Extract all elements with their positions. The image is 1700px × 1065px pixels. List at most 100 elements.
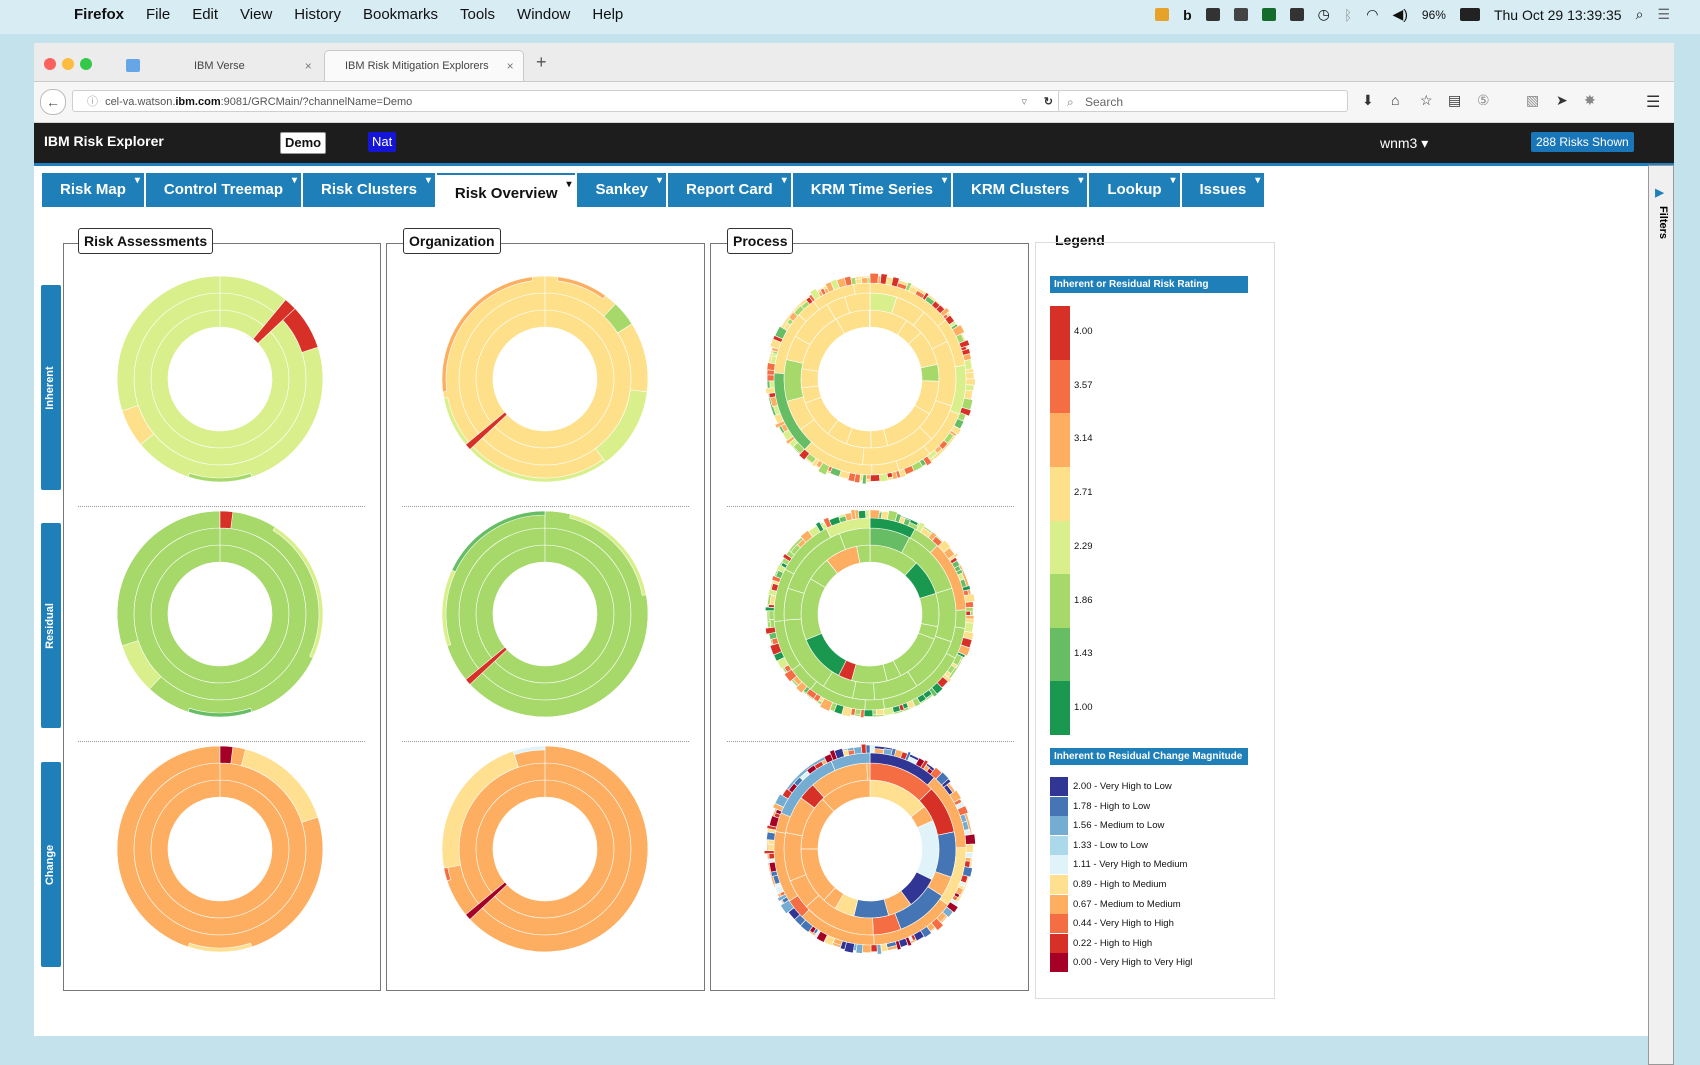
battery-icon[interactable] [1459, 8, 1480, 21]
row-tab-inherent[interactable]: Inherent [41, 285, 61, 490]
url-bar[interactable]: ⓘ cel-va.watson.ibm.com:9081/GRCMain/?ch… [72, 90, 1062, 112]
volume-icon[interactable]: ◀︎) [1392, 6, 1407, 23]
risks-shown-button[interactable]: 288 Risks Shown [1531, 132, 1634, 152]
new-tab-button[interactable]: + [536, 52, 547, 73]
browser-tab-ibm-verse[interactable]: IBM Verse × [194, 50, 344, 81]
legend-change-swatch [1050, 835, 1068, 855]
extension-icon[interactable]: ✸ [1584, 92, 1596, 109]
menu-edit[interactable]: Edit [192, 6, 218, 23]
tab-risk-map[interactable]: Risk Map [42, 164, 144, 207]
panel-process [710, 243, 1029, 991]
row-separator [78, 506, 365, 507]
tray-app-icon[interactable] [1205, 8, 1220, 21]
row-label: Residual [44, 602, 56, 649]
legend-rating-tick: 2.29 [1074, 540, 1093, 552]
legend-change-item: 0.22 - High to High [1050, 933, 1152, 953]
tab-verse-favicon [126, 59, 140, 72]
filters-panel-toggle[interactable]: ▶ Filters [1648, 165, 1674, 1065]
tab-risk-clusters[interactable]: Risk Clusters [303, 164, 435, 207]
tab-krm-clusters[interactable]: KRM Clusters [953, 164, 1088, 207]
legend-change-label: 0.44 - Very High to High [1073, 918, 1174, 930]
back-button[interactable]: ← [40, 89, 66, 115]
tray-keyboard-icon[interactable] [1289, 8, 1304, 21]
menu-help[interactable]: Help [592, 6, 623, 23]
legend-change-item: 1.56 - Medium to Low [1050, 816, 1165, 836]
battery-percent[interactable]: 96% [1422, 8, 1446, 22]
row-tab-residual[interactable]: Residual [41, 523, 61, 728]
menu-tools[interactable]: Tools [460, 6, 495, 23]
browser-tab-risk-mitigation[interactable]: IBM Risk Mitigation Explorers × [324, 50, 524, 81]
time-machine-icon[interactable]: ◷ [1318, 6, 1330, 23]
close-tab-icon[interactable]: × [305, 59, 312, 73]
user-name: wnm3 [1380, 135, 1418, 151]
bookmark-star-icon[interactable]: ☆ [1420, 92, 1433, 109]
search-icon: ⌕ [1067, 95, 1074, 109]
user-menu[interactable]: wnm3 ▾ [1380, 135, 1428, 152]
row-separator [727, 506, 1014, 507]
clock[interactable]: Thu Oct 29 13:39:35 [1494, 7, 1622, 23]
menu-window[interactable]: Window [517, 6, 570, 23]
zoom-window-icon[interactable] [80, 58, 92, 70]
tab-krm-time-series[interactable]: KRM Time Series [792, 164, 951, 207]
menu-history[interactable]: History [294, 6, 341, 23]
tray-shield-icon[interactable] [1155, 8, 1170, 21]
bluetooth-icon[interactable]: ᛒ [1344, 7, 1352, 23]
home-icon[interactable]: ⌂ [1391, 92, 1399, 108]
browser-tab-label: IBM Risk Mitigation Explorers [345, 60, 489, 72]
tab-control-treemap[interactable]: Control Treemap [145, 164, 302, 207]
search-box[interactable]: ⌕ Search [1058, 90, 1348, 112]
macos-menu-bar: Firefox File Edit View History Bookmarks… [0, 0, 1700, 34]
legend-change-swatch [1050, 796, 1068, 816]
legend-change-item: 0.44 - Very High to High [1050, 914, 1174, 934]
tab-risk-overview[interactable]: Risk Overview [436, 166, 576, 209]
url-suffix: :9081/GRCMain/?channelName=Demo [220, 96, 413, 108]
row-tab-change[interactable]: Change [41, 762, 61, 967]
menu-view[interactable]: View [240, 6, 272, 23]
send-icon[interactable]: ➤ [1556, 92, 1568, 109]
column-title-risk-assessments: Risk Assessments [78, 228, 214, 254]
menu-hamburger-icon[interactable]: ☰ [1646, 92, 1660, 112]
tray-b-icon[interactable]: b [1183, 7, 1192, 23]
reader-list-icon[interactable]: ▤ [1448, 92, 1461, 109]
legend-rating-swatch [1050, 627, 1070, 682]
dropdown-arrow-icon[interactable]: ▿ [1021, 91, 1027, 113]
addon-counter-icon[interactable]: ⑤ [1477, 92, 1490, 109]
menu-file[interactable]: File [146, 6, 170, 23]
tab-report-card[interactable]: Report Card [668, 164, 791, 207]
download-icon[interactable]: ⬇ [1362, 92, 1374, 109]
nat-badge[interactable]: Nat [368, 132, 397, 152]
screenshot-icon[interactable]: ▧ [1526, 92, 1539, 109]
panel-risk-assessments [63, 243, 381, 991]
navigation-toolbar: ← ⓘ cel-va.watson.ibm.com:9081/GRCMain/?… [34, 82, 1674, 123]
notification-center-icon[interactable]: ☰ [1657, 6, 1670, 23]
legend-rating-tick: 3.14 [1074, 433, 1093, 445]
close-tab-icon[interactable]: × [507, 59, 514, 73]
tray-home-icon[interactable] [1261, 8, 1276, 21]
wifi-icon[interactable]: ◠ [1366, 6, 1378, 23]
minimize-window-icon[interactable] [62, 58, 74, 70]
site-info-icon[interactable]: ⓘ [87, 96, 98, 108]
menu-bookmarks[interactable]: Bookmarks [363, 6, 438, 23]
legend-change-label: 1.78 - High to Low [1073, 800, 1151, 812]
legend-rating-swatch [1050, 306, 1070, 360]
legend-rating-swatch [1050, 413, 1070, 467]
tab-sankey[interactable]: Sankey [577, 164, 667, 207]
legend-change-swatch [1050, 875, 1068, 894]
tray-screen-icon[interactable] [1233, 8, 1248, 21]
app-header: IBM Risk Explorer Demo Nat wnm3 ▾ 288 Ri… [34, 123, 1674, 166]
tab-issues[interactable]: Issues [1181, 164, 1265, 207]
legend-rating-swatch [1050, 466, 1070, 521]
demo-badge[interactable]: Demo [280, 132, 327, 154]
tab-lookup[interactable]: Lookup [1089, 164, 1180, 207]
spotlight-icon[interactable]: ⌕ [1636, 6, 1644, 23]
legend-change-header: Inherent to Residual Change Magnitude [1050, 748, 1248, 765]
legend-change-label: 1.56 - Medium to Low [1073, 820, 1165, 832]
search-placeholder: Search [1085, 95, 1124, 109]
app-menu[interactable]: Firefox [74, 6, 124, 23]
filters-label: ▶ Filters [1653, 186, 1669, 239]
caret-down-icon: ▾ [1421, 135, 1429, 151]
reload-icon[interactable]: ↻ [1044, 91, 1053, 113]
legend-change-item: 0.00 - Very High to Very Higl [1050, 953, 1192, 973]
close-window-icon[interactable] [44, 58, 56, 70]
column-title-organization: Organization [403, 228, 501, 254]
